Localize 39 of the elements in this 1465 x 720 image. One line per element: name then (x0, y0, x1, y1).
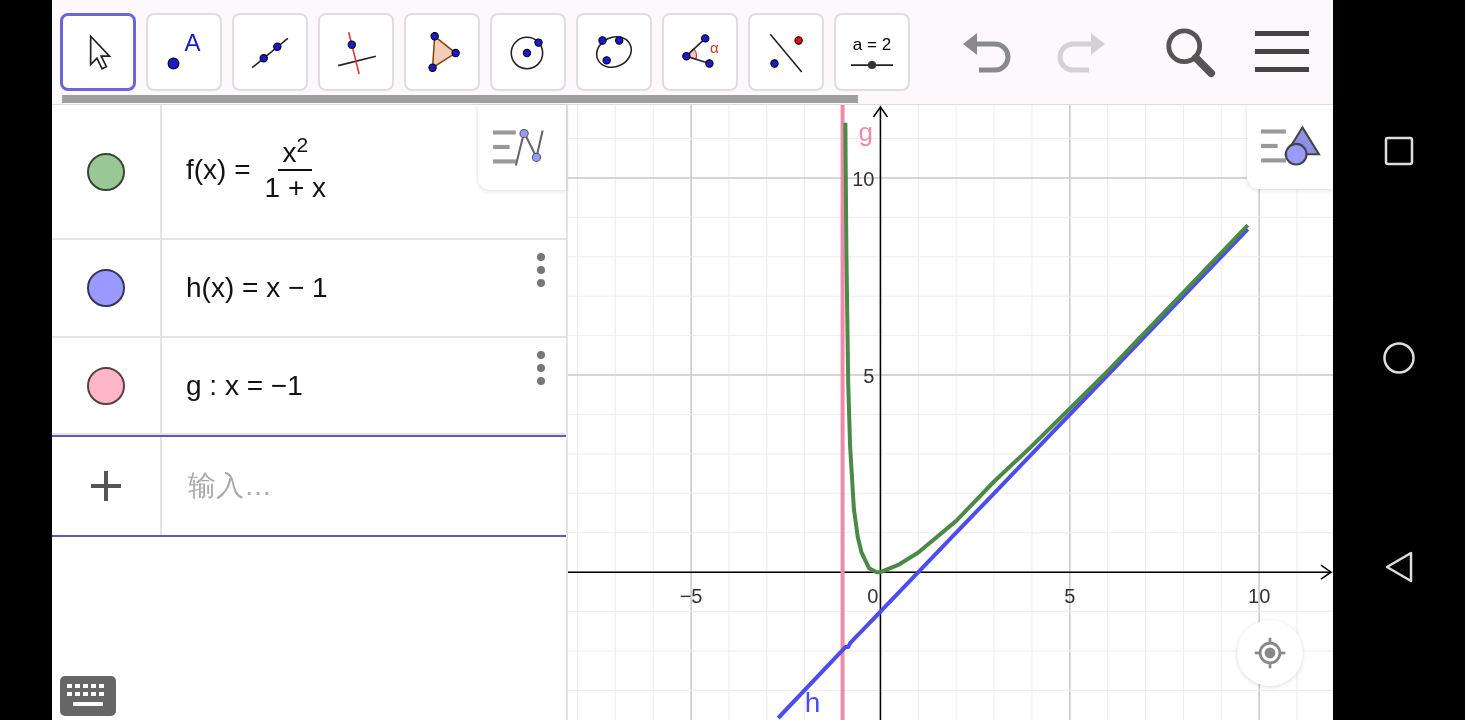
color-dot[interactable] (87, 269, 125, 307)
axis-tick-label: 10 (1248, 585, 1271, 608)
color-dot[interactable] (87, 366, 125, 405)
move-tool-button[interactable] (60, 13, 136, 91)
circle-tool-button[interactable] (490, 13, 566, 91)
point-icon (167, 56, 181, 70)
conic-tool-button[interactable] (576, 13, 652, 91)
recent-apps-icon[interactable] (1384, 135, 1414, 166)
point-tool-button[interactable]: A (146, 13, 222, 91)
input-field[interactable]: 输入… (186, 464, 546, 508)
algebra-formula[interactable]: h(x) = x − 1 (186, 267, 328, 309)
keyboard-icon[interactable] (60, 676, 116, 716)
axis-tick-label: −5 (679, 585, 703, 608)
perpendicular-tool-button[interactable] (318, 13, 394, 91)
plus-icon[interactable] (91, 471, 121, 501)
line-label: h (804, 687, 821, 718)
polygon-tool-button[interactable] (404, 13, 480, 91)
back-icon[interactable] (1384, 550, 1414, 585)
crosshair-icon (1252, 635, 1288, 671)
algebra-style-button[interactable] (478, 105, 566, 190)
more-options-icon[interactable] (536, 350, 546, 386)
axis-tick-label: 5 (1064, 585, 1076, 608)
reflect-tool-button[interactable] (748, 13, 824, 91)
algebra-formula[interactable]: g : x = −1 (186, 364, 303, 407)
axis-tick-label: 10 (852, 167, 875, 190)
color-dot[interactable] (87, 152, 125, 191)
graphics-style-button[interactable] (1247, 105, 1333, 189)
locate-button[interactable] (1237, 620, 1303, 686)
slider-tool-button[interactable]: a = 2 (834, 13, 910, 91)
more-options-icon[interactable] (536, 252, 546, 288)
menu-button[interactable] (1255, 29, 1309, 75)
axis-tick-label: 5 (863, 365, 875, 388)
home-icon[interactable] (1382, 341, 1416, 375)
line-label: g (858, 117, 874, 147)
axis-tick-label: 0 (867, 585, 879, 608)
scroll-bar[interactable] (62, 95, 858, 103)
line-tool-button[interactable] (232, 13, 308, 91)
search-button[interactable] (1163, 25, 1217, 79)
angle-tool-button[interactable]: α (662, 13, 738, 91)
